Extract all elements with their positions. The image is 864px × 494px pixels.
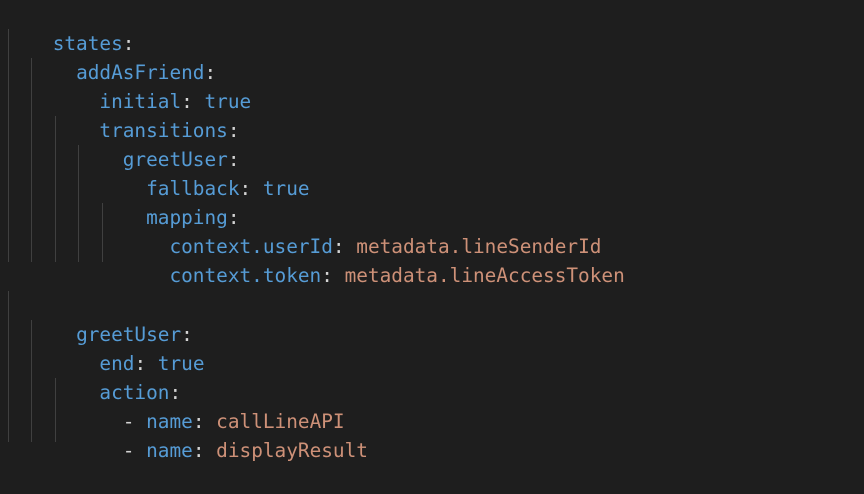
code-line: mapping: (6, 174, 239, 229)
code-line: - name: displayResult (6, 407, 368, 462)
yaml-colon: : (239, 177, 263, 200)
code-line: fallback: true (6, 145, 309, 200)
yaml-colon: : (192, 439, 217, 462)
yaml-colon: : (321, 264, 345, 287)
code-line: initial: true (6, 58, 251, 113)
code-line: end: true (6, 320, 204, 375)
code-line: greetUser: (6, 291, 193, 346)
yaml-list-dash: - (122, 439, 147, 462)
code-editor[interactable]: states: addAsFriend: initial: true trans… (0, 0, 864, 462)
code-line: transitions: (6, 87, 239, 142)
yaml-boolean-value: true (262, 177, 310, 200)
code-line: addAsFriend: (6, 29, 216, 84)
code-line: greetUser: (6, 116, 240, 171)
code-line: states: (6, 0, 135, 55)
code-line: context.userId: metadata.lineSenderId (6, 203, 601, 258)
code-line: - name: callLineAPI (6, 378, 345, 433)
yaml-key: name (146, 439, 193, 462)
yaml-string-value: displayResult (216, 439, 368, 462)
yaml-key: context.token (169, 264, 322, 287)
code-line: context.token: metadata.lineAccessToken (6, 232, 624, 287)
code-line: action: (6, 349, 181, 404)
yaml-string-value: metadata.lineAccessToken (344, 264, 625, 287)
